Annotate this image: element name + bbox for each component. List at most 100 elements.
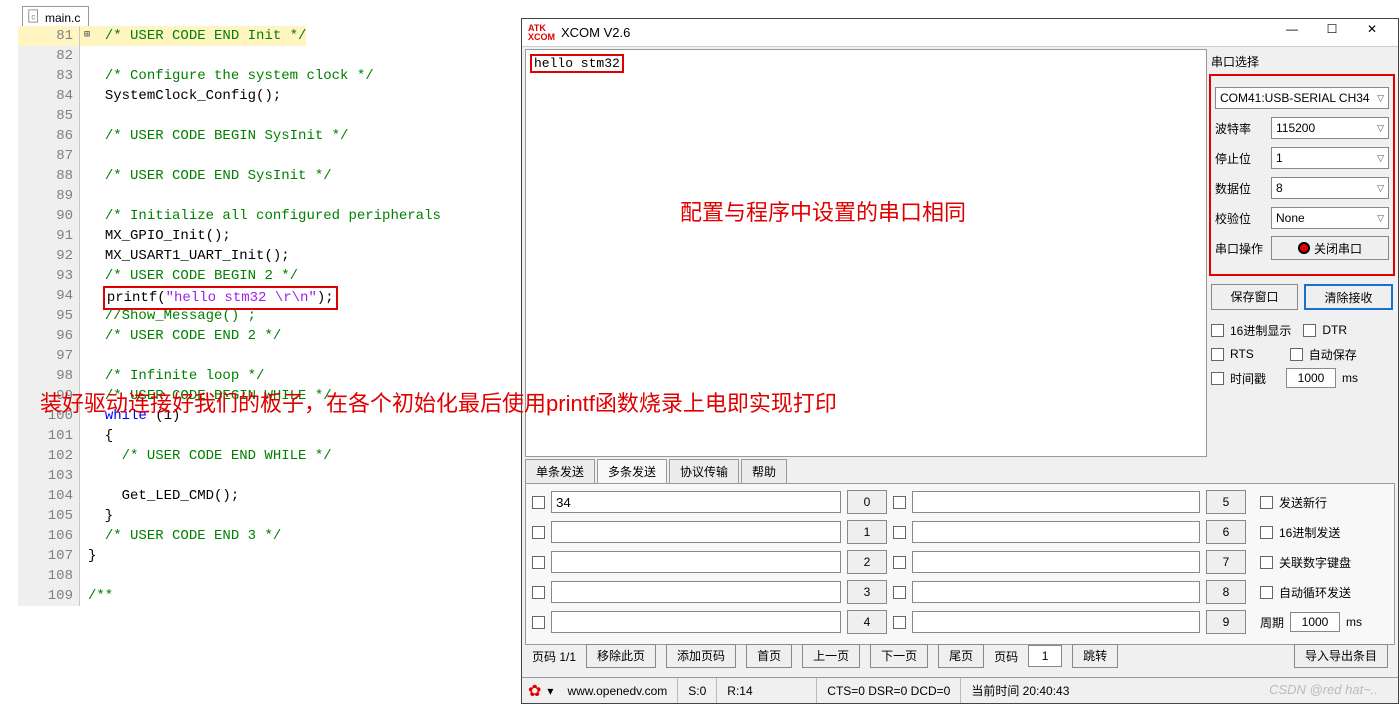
send-button-6[interactable]: 6 (1206, 520, 1246, 544)
code-line[interactable]: 84 SystemClock_Config(); (18, 86, 518, 106)
code-editor[interactable]: 81 /* USER CODE END Init */8283 /* Confi… (18, 26, 518, 646)
code-line[interactable]: ⊞109/** (18, 586, 518, 606)
send-input-1[interactable] (551, 521, 841, 543)
first-page-button[interactable]: 首页 (746, 644, 792, 668)
add-page-button[interactable]: 添加页码 (666, 644, 736, 668)
send-button-7[interactable]: 7 (1206, 550, 1246, 574)
opt-check-2[interactable] (1260, 556, 1273, 569)
send-check-1[interactable] (532, 526, 545, 539)
opt-check-0[interactable] (1260, 496, 1273, 509)
receive-textarea[interactable]: hello stm32 (525, 49, 1207, 457)
tab-1[interactable]: 多条发送 (597, 459, 667, 483)
close-port-button[interactable]: 关闭串口 (1271, 236, 1389, 260)
dtr-checkbox[interactable] (1303, 324, 1316, 337)
send-check-7[interactable] (893, 556, 906, 569)
send-input-9[interactable] (912, 611, 1200, 633)
code-line[interactable]: 99 /* USER CODE BEGIN WHILE */ (18, 386, 518, 406)
period-input[interactable]: 1000 (1290, 612, 1340, 632)
serial-settings-panel: 串口选择 COM41:USB-SERIAL CH34▽ 波特率 115200▽ … (1209, 49, 1395, 392)
rts-checkbox[interactable] (1211, 348, 1224, 361)
minimize-button[interactable]: — (1272, 22, 1312, 44)
send-check-3[interactable] (532, 586, 545, 599)
code-line[interactable]: 97 (18, 346, 518, 366)
parity-select[interactable]: None▽ (1271, 207, 1389, 229)
autosave-checkbox[interactable] (1290, 348, 1303, 361)
opt-check-3[interactable] (1260, 586, 1273, 599)
send-input-6[interactable] (912, 521, 1200, 543)
code-line[interactable]: 93 /* USER CODE BEGIN 2 */ (18, 266, 518, 286)
hex-display-checkbox[interactable] (1211, 324, 1224, 337)
code-line[interactable]: 86 /* USER CODE BEGIN SysInit */ (18, 126, 518, 146)
tab-2[interactable]: 协议传输 (669, 459, 739, 483)
send-input-4[interactable] (551, 611, 841, 633)
send-button-1[interactable]: 1 (847, 520, 887, 544)
import-export-button[interactable]: 导入导出条目 (1294, 644, 1388, 668)
status-url[interactable]: www.openedv.com (557, 678, 678, 703)
send-input-7[interactable] (912, 551, 1200, 573)
code-line[interactable]: ⊟100 while (1) (18, 406, 518, 426)
send-check-2[interactable] (532, 556, 545, 569)
last-page-button[interactable]: 尾页 (938, 644, 984, 668)
send-check-0[interactable] (532, 496, 545, 509)
code-line[interactable]: 87 (18, 146, 518, 166)
code-line[interactable]: 107} (18, 546, 518, 566)
send-input-0[interactable] (551, 491, 841, 513)
send-input-2[interactable] (551, 551, 841, 573)
port-select[interactable]: COM41:USB-SERIAL CH34▽ (1215, 87, 1389, 109)
save-window-button[interactable]: 保存窗口 (1211, 284, 1298, 310)
send-button-2[interactable]: 2 (847, 550, 887, 574)
send-button-9[interactable]: 9 (1206, 610, 1246, 634)
code-line[interactable]: 96 /* USER CODE END 2 */ (18, 326, 518, 346)
code-line[interactable]: 82 (18, 46, 518, 66)
page-indicator: 页码 1/1 (532, 648, 576, 665)
baud-select[interactable]: 115200▽ (1271, 117, 1389, 139)
clear-receive-button[interactable]: 清除接收 (1304, 284, 1393, 310)
send-check-8[interactable] (893, 586, 906, 599)
code-line[interactable]: 92 MX_USART1_UART_Init(); (18, 246, 518, 266)
code-line[interactable]: 90 /* Initialize all configured peripher… (18, 206, 518, 226)
send-check-4[interactable] (532, 616, 545, 629)
send-button-4[interactable]: 4 (847, 610, 887, 634)
code-line[interactable]: 101 { (18, 426, 518, 446)
send-check-5[interactable] (893, 496, 906, 509)
code-line[interactable]: 104 Get_LED_CMD(); (18, 486, 518, 506)
code-line[interactable]: 83 /* Configure the system clock */ (18, 66, 518, 86)
code-line[interactable]: 85 (18, 106, 518, 126)
code-line[interactable]: 98 /* Infinite loop */ (18, 366, 518, 386)
code-line[interactable]: 103 (18, 466, 518, 486)
window-title: XCOM V2.6 (561, 25, 1272, 40)
maximize-button[interactable]: ☐ (1312, 22, 1352, 44)
code-line[interactable]: 88 /* USER CODE END SysInit */ (18, 166, 518, 186)
send-check-9[interactable] (893, 616, 906, 629)
prev-page-button[interactable]: 上一页 (802, 644, 860, 668)
gear-icon[interactable]: ✿ (528, 681, 541, 701)
code-line[interactable]: 91 MX_GPIO_Init(); (18, 226, 518, 246)
send-button-5[interactable]: 5 (1206, 490, 1246, 514)
send-button-3[interactable]: 3 (847, 580, 887, 604)
timestamp-ms-input[interactable]: 1000 (1286, 368, 1336, 388)
code-line[interactable]: 94 printf("hello stm32 \r\n"); (18, 286, 518, 306)
code-line[interactable]: 105 } (18, 506, 518, 526)
send-button-0[interactable]: 0 (847, 490, 887, 514)
tab-3[interactable]: 帮助 (741, 459, 787, 483)
timestamp-checkbox[interactable] (1211, 372, 1224, 385)
jump-button[interactable]: 跳转 (1072, 644, 1118, 668)
send-input-8[interactable] (912, 581, 1200, 603)
close-button[interactable]: ✕ (1352, 22, 1392, 44)
code-line[interactable]: 108 (18, 566, 518, 586)
next-page-button[interactable]: 下一页 (870, 644, 928, 668)
stop-select[interactable]: 1▽ (1271, 147, 1389, 169)
send-input-5[interactable] (912, 491, 1200, 513)
tab-0[interactable]: 单条发送 (525, 459, 595, 483)
data-select[interactable]: 8▽ (1271, 177, 1389, 199)
page-number-input[interactable]: 1 (1028, 645, 1062, 667)
code-line[interactable]: 102 /* USER CODE END WHILE */ (18, 446, 518, 466)
page-row: 页码 1/1 移除此页 添加页码 首页 上一页 下一页 尾页 页码 1 跳转 导… (532, 644, 1388, 668)
send-button-8[interactable]: 8 (1206, 580, 1246, 604)
send-input-3[interactable] (551, 581, 841, 603)
remove-page-button[interactable]: 移除此页 (586, 644, 656, 668)
opt-check-1[interactable] (1260, 526, 1273, 539)
code-line[interactable]: 106 /* USER CODE END 3 */ (18, 526, 518, 546)
code-line[interactable]: 89 (18, 186, 518, 206)
send-check-6[interactable] (893, 526, 906, 539)
